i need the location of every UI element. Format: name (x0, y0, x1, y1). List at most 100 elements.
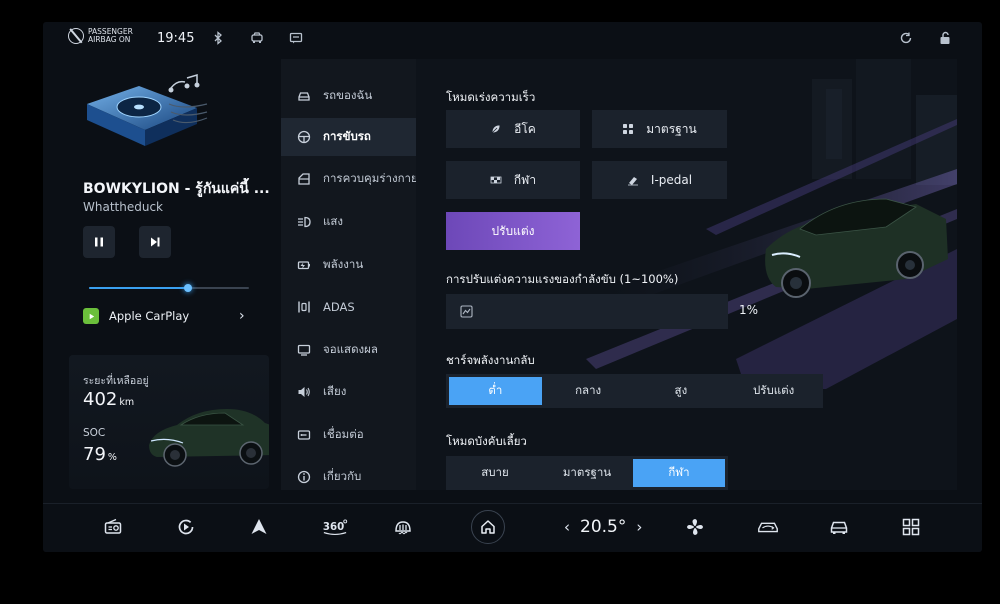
display-icon (297, 343, 311, 357)
playback-progress-bar[interactable] (89, 284, 249, 292)
menu-item-label: แสง (323, 214, 344, 228)
menu-item-label: เกี่ยวกับ (323, 469, 362, 483)
headlight-icon (297, 215, 311, 229)
unlock-icon[interactable] (938, 31, 952, 45)
carplay-source[interactable]: Apple CarPlay (83, 308, 189, 324)
message-icon (289, 31, 303, 45)
menu-item-label: ADAS (323, 300, 355, 314)
mode-ipedal-button[interactable]: I-pedal (592, 161, 727, 199)
range-value: 402 km (83, 389, 135, 410)
battery-icon (297, 258, 311, 272)
regen-option-high[interactable]: สูง (635, 377, 728, 405)
menu-item-about[interactable]: เกี่ยวกับ (281, 458, 416, 496)
menu-item-label: การควบคุมร่างกาย (323, 171, 418, 185)
mode-eco-label: อีโค (514, 121, 536, 136)
accel-mode-title: โหมดเร่งความเร็ว (446, 90, 536, 104)
menu-item-label: เชื่อมต่อ (323, 427, 364, 441)
artist-name: Whattheduck (83, 200, 163, 214)
menu-item-label: พลังงาน (323, 257, 364, 271)
apps-grid-icon[interactable] (900, 516, 922, 538)
passenger-airbag-indicator: PASSENGER AIRBAG ON (68, 28, 133, 44)
svg-text:360: 360 (323, 522, 344, 533)
navigation-icon[interactable] (248, 516, 270, 538)
menu-item-connect[interactable]: เชื่อมต่อ (281, 416, 416, 454)
mode-sport-label: กีฬา (513, 172, 537, 187)
radio-icon[interactable] (102, 516, 124, 538)
bottom-dock: 360 ‹ 20.5° › (43, 503, 982, 552)
home-icon (481, 520, 495, 534)
menu-item-body-control[interactable]: การควบคุมร่างกาย (281, 160, 418, 198)
airbag-off-icon (68, 28, 84, 44)
car-air-circulation-icon[interactable] (755, 516, 781, 538)
song-title: BOWKYLION - รู้กันแค่นี้ ... (83, 181, 270, 197)
driving-settings-panel: โหมดเร่งความเร็ว อีโค มาตรฐาน กีฬา I-ped… (416, 59, 957, 490)
steer-option-sport[interactable]: กีฬา (633, 459, 725, 487)
music-turntable-art (87, 74, 208, 146)
menu-item-display[interactable]: จอแสดงผล (281, 331, 416, 369)
speaker-icon (297, 385, 311, 399)
car-door-icon (297, 172, 311, 186)
mode-ipedal-label: I-pedal (650, 173, 693, 187)
menu-item-label: จอแสดงผล (323, 342, 378, 356)
power-curve-icon (460, 305, 473, 318)
mode-standard-button[interactable]: มาตรฐาน (592, 110, 727, 148)
regen-option-low[interactable]: ต่ำ (449, 377, 542, 405)
playback-progress-knob[interactable] (184, 284, 193, 292)
car-settings-icon[interactable] (828, 516, 850, 538)
skip-next-icon (151, 237, 160, 247)
menu-item-driving[interactable]: การขับรถ (281, 118, 416, 156)
settings-menu: รถของฉัน การขับรถ การควบคุมร่างกาย แสง พ… (281, 59, 418, 490)
car-status-icon (250, 31, 264, 45)
clock: 19:45 (157, 31, 195, 46)
temperature-value: 20.5° (580, 517, 627, 537)
refresh-icon[interactable] (899, 31, 913, 45)
mode-sport-button[interactable]: กีฬา (446, 161, 580, 199)
mode-custom-label: ปรับแต่ง (491, 223, 535, 238)
info-icon (297, 470, 311, 484)
regen-option-custom[interactable]: ปรับแต่ง (727, 377, 820, 405)
carplay-label: Apple CarPlay (109, 309, 190, 323)
power-tuning-title: การปรับแต่งความแรงของกำลังขับ (1~100%) (446, 272, 679, 286)
mode-eco-button[interactable]: อีโค (446, 110, 580, 148)
lane-assist-icon (297, 300, 311, 314)
media-play-icon[interactable] (175, 516, 197, 538)
temp-increase-button[interactable]: › (636, 518, 642, 536)
vehicle-image (149, 409, 269, 467)
temperature-control: ‹ 20.5° › (564, 517, 642, 537)
status-bar: PASSENGER AIRBAG ON 19:45 (43, 22, 982, 56)
steering-mode-selector: สบาย มาตรฐาน กีฬา (446, 456, 728, 490)
menu-item-adas[interactable]: ADAS (281, 288, 416, 326)
menu-item-sound[interactable]: เสียง (281, 373, 416, 411)
mode-standard-label: มาตรฐาน (646, 121, 697, 136)
range-label: ระยะที่เหลืออยู่ (83, 375, 149, 387)
power-tuning-value: 1% (739, 303, 759, 317)
chevron-right-icon[interactable]: › (239, 308, 245, 324)
carplay-icon (83, 308, 99, 324)
steer-option-standard[interactable]: มาตรฐาน (541, 459, 633, 487)
menu-item-my-car[interactable]: รถของฉัน (281, 77, 416, 115)
steer-option-comfort[interactable]: สบาย (449, 459, 541, 487)
camera-360-icon[interactable]: 360 (321, 516, 349, 538)
menu-item-energy[interactable]: พลังงาน (281, 246, 416, 284)
sport-flag-icon (490, 174, 502, 186)
infotainment-screen: PASSENGER AIRBAG ON 19:45 BOWKYLION - รู… (43, 22, 982, 552)
connect-icon (297, 428, 311, 442)
fan-icon[interactable] (684, 516, 706, 538)
next-track-button[interactable] (139, 226, 171, 258)
leaf-icon (490, 123, 502, 135)
rear-defrost-icon[interactable] (392, 516, 414, 538)
menu-item-lights[interactable]: แสง (281, 203, 416, 241)
airbag-text-line2: AIRBAG ON (88, 35, 131, 44)
power-tuning-slider[interactable] (446, 294, 728, 329)
regen-title: ชาร์จพลังงานกลับ (446, 353, 535, 367)
mode-custom-button[interactable]: ปรับแต่ง (446, 212, 580, 250)
home-button[interactable] (471, 510, 505, 544)
pause-button[interactable] (83, 226, 115, 258)
bluetooth-icon (211, 31, 225, 45)
regen-option-medium[interactable]: กลาง (542, 377, 635, 405)
temp-decrease-button[interactable]: ‹ (564, 518, 570, 536)
soc-label: SOC (83, 427, 106, 439)
soc-value: 79% (83, 444, 117, 465)
vehicle-range-card: ระยะที่เหลืออยู่ 402 km SOC 79% (69, 355, 269, 489)
steering-wheel-icon (297, 130, 311, 144)
